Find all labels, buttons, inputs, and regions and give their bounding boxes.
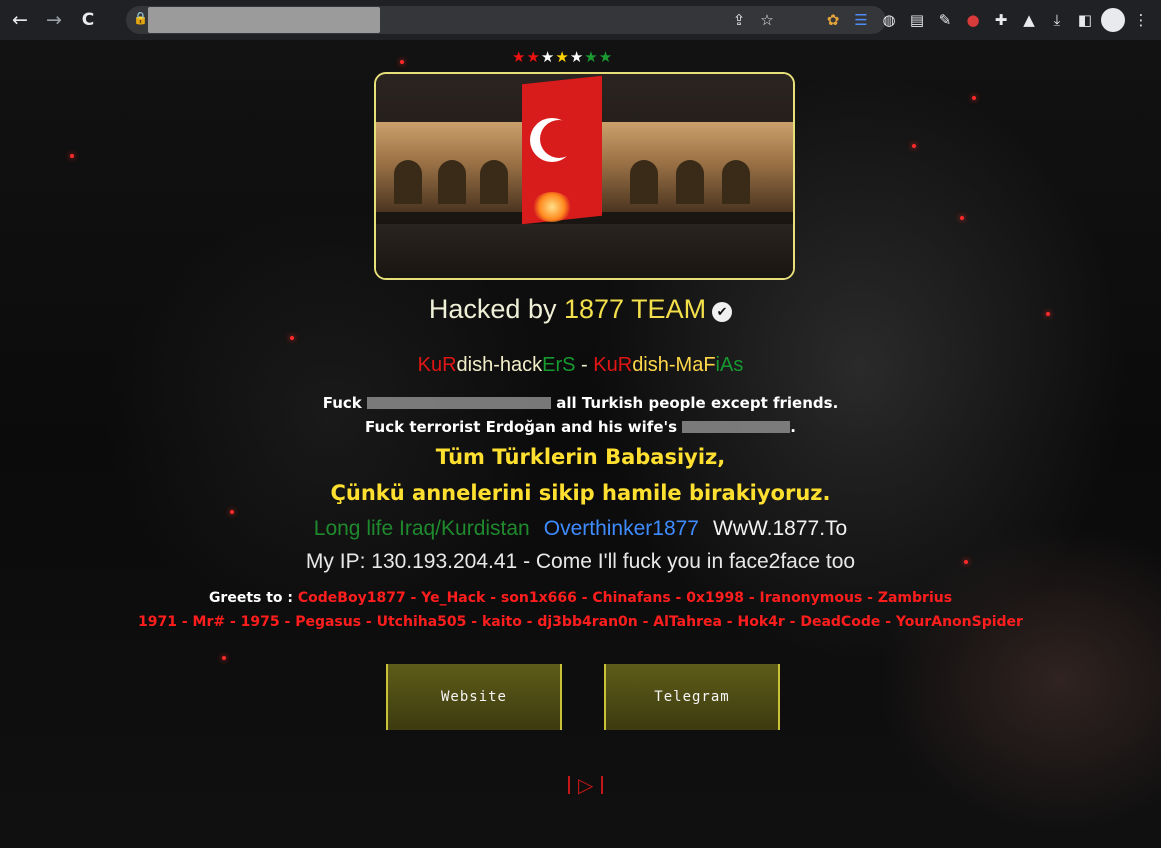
censored-text	[682, 421, 791, 433]
subtitle-part: dish-hack	[456, 354, 543, 376]
flag-photo	[374, 72, 795, 280]
wand-icon[interactable]: ✎	[933, 8, 957, 32]
browser-toolbar: ← → C 🔒 ⇪ ☆ ✿ ☰ ◍ ▤ ✎ ● ✚ ▲ ⤓ ◧ ● ⋮	[0, 0, 1161, 40]
star-icon: ★	[512, 48, 527, 66]
subtitle-separator: -	[575, 354, 594, 376]
telegram-button[interactable]: Telegram	[604, 664, 780, 730]
player-bar	[568, 776, 570, 794]
message-text: .	[790, 418, 796, 436]
greets-names: CodeBoy1877 - Ye_Hack - son1x666 - China…	[297, 590, 953, 606]
star-icon: ★	[569, 48, 585, 66]
overthinker-link[interactable]: Overthinker1877	[544, 517, 699, 540]
ip-line: My IP: 130.193.204.41 - Come I'll fuck y…	[305, 550, 856, 573]
page-viewport: ★★★★★★★ Hacked by 1877 TEAM ✔ KuRdish-hac…	[0, 40, 1161, 848]
greets-line-1: Greets to : CodeBoy1877 - Ye_Hack - son1…	[0, 590, 1161, 606]
particle-dot	[912, 144, 916, 148]
title-team: 1877 TEAM	[563, 294, 707, 324]
back-icon[interactable]: ←	[6, 6, 34, 34]
star-icon: ★	[555, 48, 570, 66]
document-icon[interactable]: ▤	[905, 8, 929, 32]
greets-label: Greets to :	[208, 590, 298, 606]
star-icon: ★	[584, 48, 599, 66]
redacted-url	[148, 7, 380, 33]
star-row: ★★★★★★★	[512, 48, 613, 66]
profile-icon[interactable]: ●	[1101, 8, 1125, 32]
message-text: all Turkish people except friends.	[551, 394, 839, 412]
download-icon[interactable]: ⤓	[1045, 8, 1069, 32]
red-ball-icon[interactable]: ●	[961, 8, 985, 32]
share-icon[interactable]: ⇪	[728, 10, 750, 30]
globe-icon[interactable]: ◍	[877, 8, 901, 32]
site-link[interactable]: WwW.1877.To	[713, 517, 847, 540]
particle-dot	[222, 656, 226, 660]
star-icon: ★	[540, 48, 556, 66]
bookmark-star-icon[interactable]: ☆	[756, 10, 778, 30]
player-bar	[601, 776, 604, 794]
verified-check-icon: ✔	[712, 302, 733, 322]
title-prefix: Hacked by	[428, 294, 564, 324]
subtitle-part: dish-MaF	[632, 354, 716, 376]
website-button[interactable]: Website	[386, 664, 562, 730]
group-subtitle: KuRdish-hackErS - KuRdish-MaFiAs	[0, 354, 1161, 377]
message-text: Fuck terrorist Erdoğan and his wife's	[365, 418, 683, 436]
message-line-1: Fuck all Turkish people except friends.	[0, 394, 1161, 412]
extension-toolbar: ✿ ☰ ◍ ▤ ✎ ● ✚ ▲ ⤓ ◧ ● ⋮	[821, 8, 1153, 32]
cookie-icon[interactable]: ✿	[821, 8, 845, 32]
particle-dot	[960, 216, 964, 220]
flask-icon[interactable]: ▲	[1017, 8, 1041, 32]
forward-icon[interactable]: →	[40, 6, 68, 34]
lock-icon[interactable]: 🔒	[133, 11, 148, 25]
links-row: Long life Iraq/Kurdistan Overthinker1877 W…	[0, 517, 1161, 541]
address-bar[interactable]: 🔒 ⇪ ☆	[126, 6, 886, 34]
message-text: Fuck	[322, 394, 367, 412]
greets-line-2: 1971 - Mr# - 1975 - Pegasus - Utchiha505…	[138, 614, 1023, 630]
menu-icon[interactable]: ⋮	[1129, 8, 1153, 32]
particle-dot	[972, 96, 976, 100]
page-title: Hacked by 1877 TEAM ✔	[0, 294, 1161, 325]
yellow-message-2: Çünkü annelerini sikip hamile birakiyoru…	[330, 481, 831, 505]
reload-icon[interactable]: C	[74, 6, 102, 34]
star-icon: ★	[598, 48, 614, 66]
puzzle-icon[interactable]: ✚	[989, 8, 1013, 32]
censored-text	[367, 397, 551, 409]
particle-dot	[70, 154, 74, 158]
subtitle-part: KuR	[593, 354, 633, 376]
particle-dot	[230, 510, 234, 514]
play-icon[interactable]: ▷	[578, 773, 593, 797]
audio-player[interactable]: ▷	[560, 773, 611, 797]
subtitle-part: KuR	[417, 354, 457, 376]
star-icon: ★	[526, 48, 541, 66]
yellow-message-1: Tüm Türklerin Babasiyiz,	[435, 445, 726, 469]
message-line-2: Fuck terrorist Erdoğan and his wife's .	[0, 418, 1161, 436]
subtitle-part: iAs	[715, 354, 744, 376]
sidepanel-icon[interactable]: ◧	[1073, 8, 1097, 32]
kurdistan-link[interactable]: Long life Iraq/Kurdistan	[314, 517, 530, 540]
particle-dot	[290, 336, 294, 340]
subtitle-part: ErS	[542, 354, 576, 376]
particle-dot	[400, 60, 404, 64]
list-icon[interactable]: ☰	[849, 8, 873, 32]
